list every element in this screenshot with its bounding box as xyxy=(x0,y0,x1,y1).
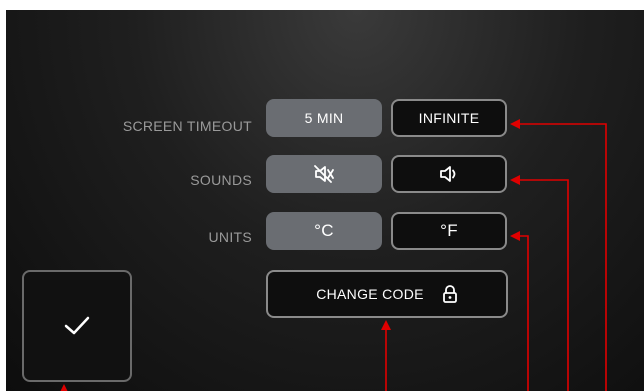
change-code-label: CHANGE CODE xyxy=(316,286,424,302)
confirm-button[interactable] xyxy=(22,270,132,382)
sound-off-button[interactable] xyxy=(266,155,382,193)
timeout-infinite-button[interactable]: INFINITE xyxy=(391,99,507,137)
sounds-label: SOUNDS xyxy=(190,172,252,188)
sound-on-button[interactable] xyxy=(391,155,507,193)
units-label: UNITS xyxy=(208,229,252,245)
timeout-5min-label: 5 MIN xyxy=(304,110,344,126)
lock-icon xyxy=(442,284,458,304)
units-fahrenheit-label: °F xyxy=(440,221,458,240)
checkmark-icon xyxy=(63,315,91,337)
units-celsius-label: °C xyxy=(314,221,334,240)
timeout-infinite-label: INFINITE xyxy=(418,110,480,126)
units-celsius-button[interactable]: °C xyxy=(266,212,382,250)
settings-screen: SCREEN TIMEOUT 5 MIN INFINITE SOUNDS UNI… xyxy=(6,10,644,391)
change-code-button[interactable]: CHANGE CODE xyxy=(266,270,508,318)
speaker-icon xyxy=(439,165,459,183)
units-fahrenheit-button[interactable]: °F xyxy=(391,212,507,250)
timeout-5min-button[interactable]: 5 MIN xyxy=(266,99,382,137)
mute-icon xyxy=(314,165,334,183)
screen-timeout-label: SCREEN TIMEOUT xyxy=(122,118,252,134)
